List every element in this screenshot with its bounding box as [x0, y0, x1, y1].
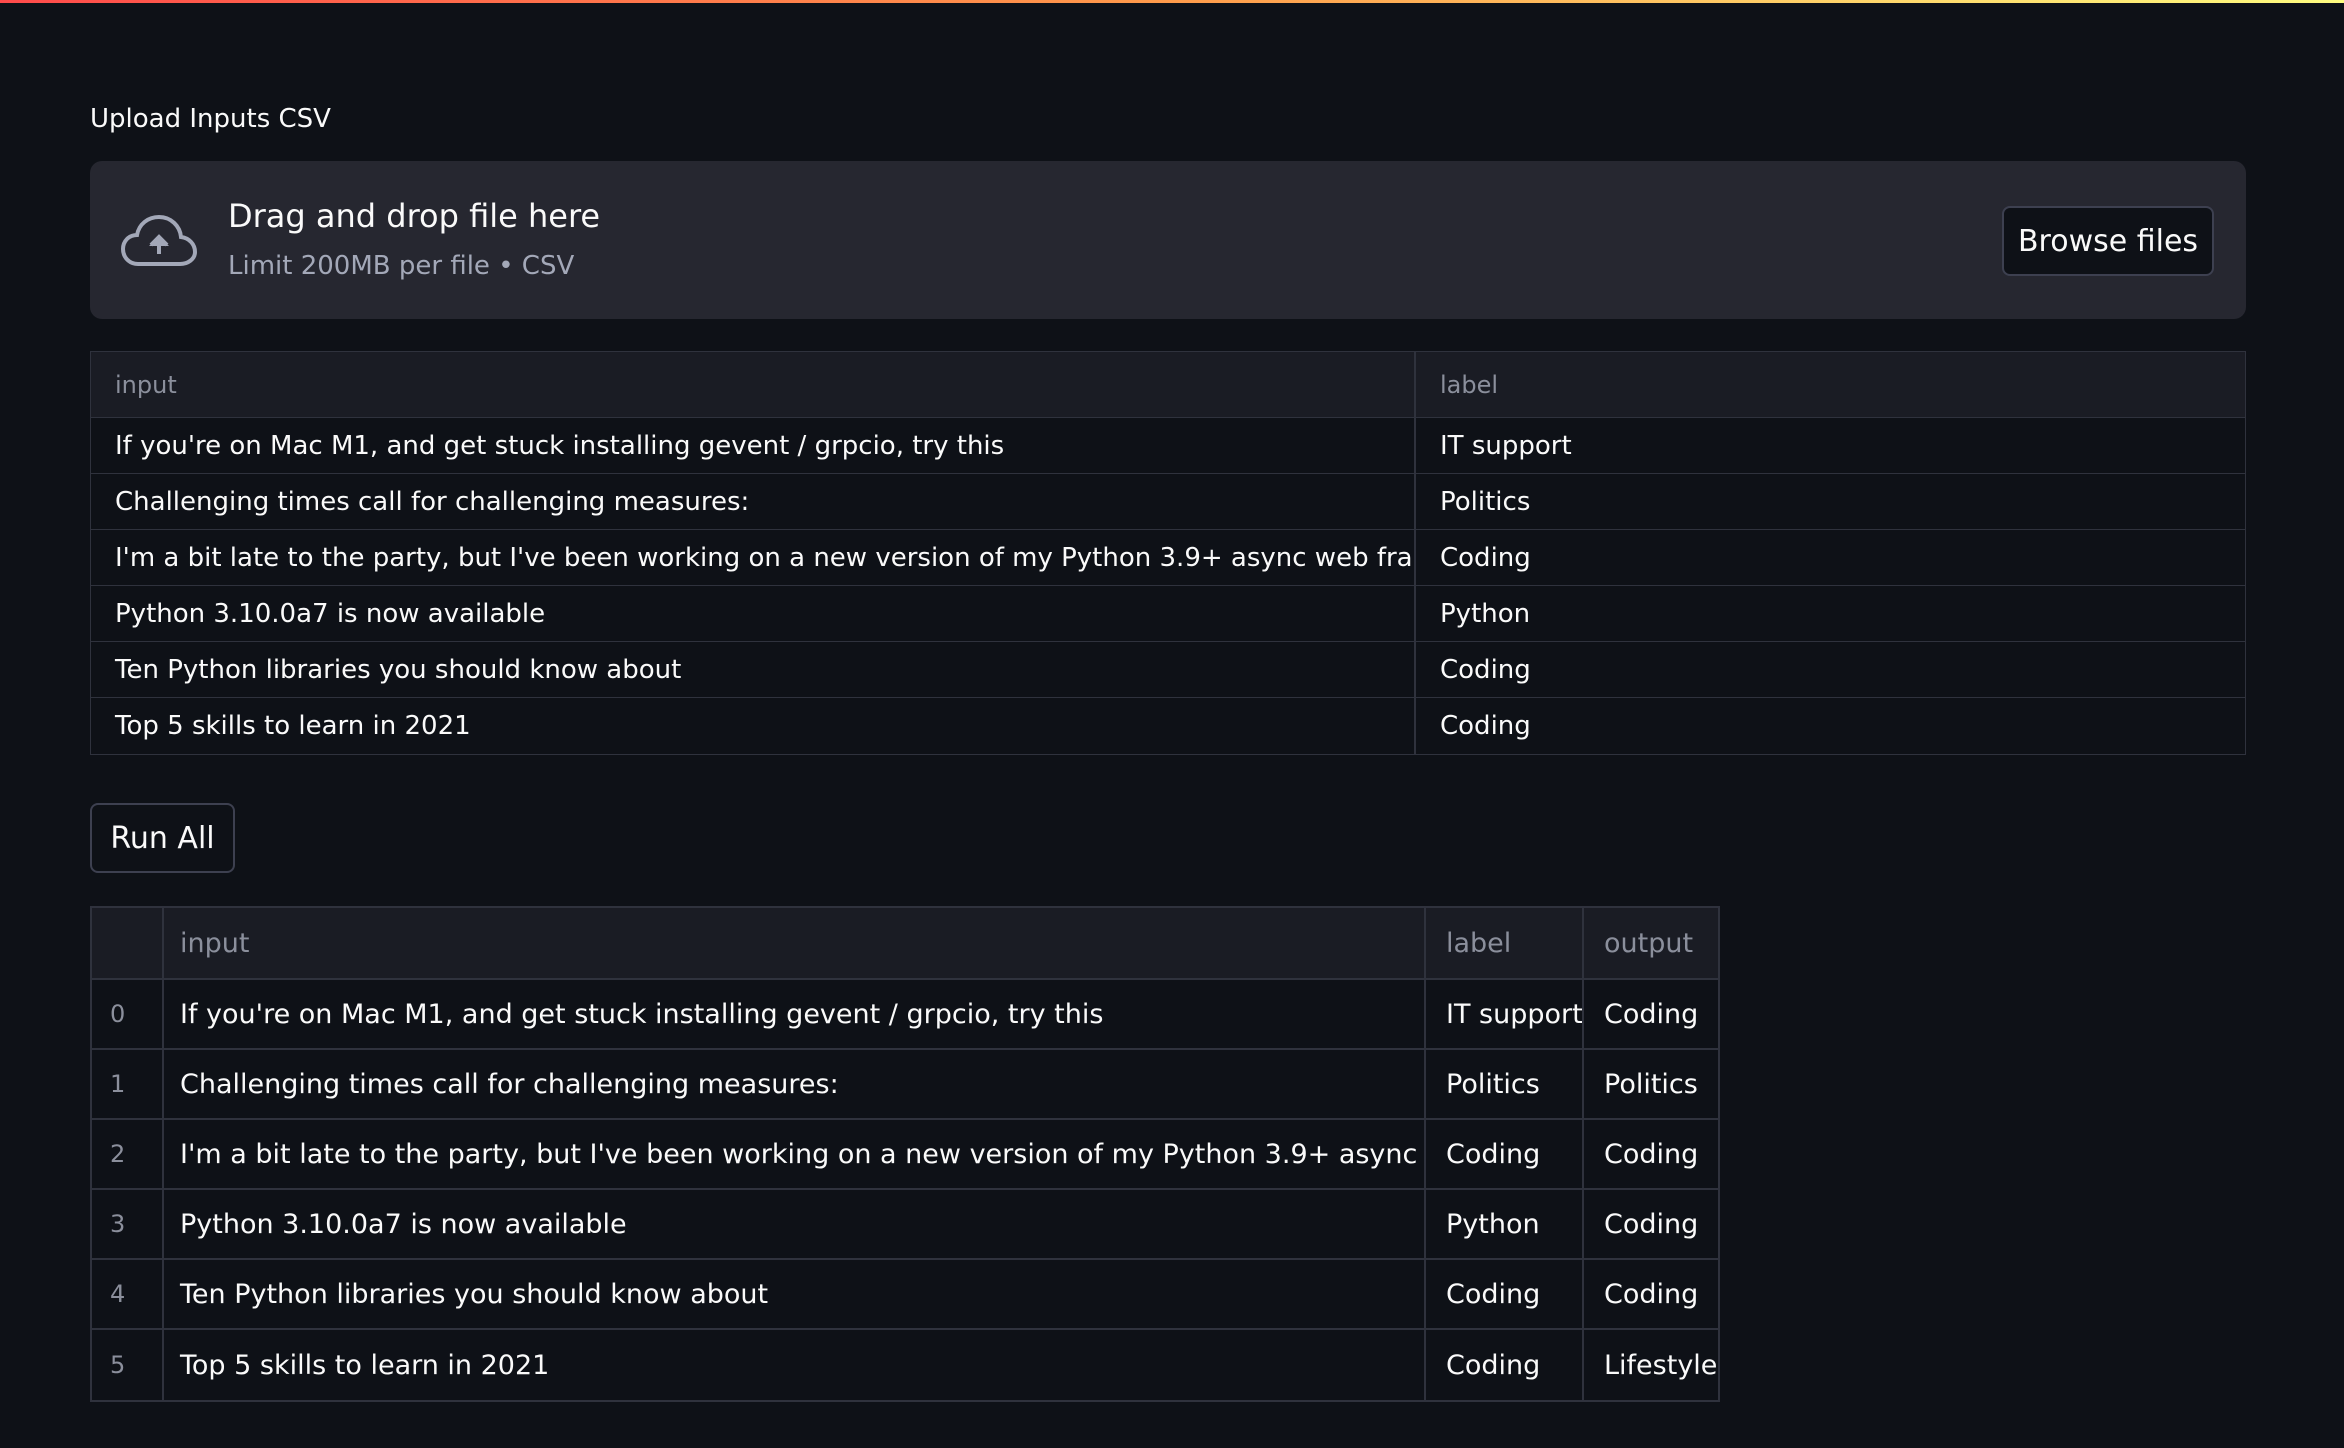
- column-header-input[interactable]: input: [91, 352, 1416, 417]
- input-cell[interactable]: Ten Python libraries you should know abo…: [91, 642, 1416, 697]
- column-header-output[interactable]: output: [1584, 908, 1718, 978]
- label-cell[interactable]: IT support: [1416, 418, 2245, 473]
- input-cell[interactable]: If you're on Mac M1, and get stuck insta…: [91, 418, 1416, 473]
- input-cell[interactable]: Challenging times call for challenging m…: [91, 474, 1416, 529]
- output-cell[interactable]: Coding: [1584, 1190, 1718, 1258]
- table-row: 1 Challenging times call for challenging…: [92, 1050, 1718, 1120]
- label-cell[interactable]: IT support: [1426, 980, 1584, 1048]
- results-table: input label output 0 If you're on Mac M1…: [90, 906, 1720, 1402]
- table-row: 2 I'm a bit late to the party, but I've …: [92, 1120, 1718, 1190]
- table-row: Python 3.10.0a7 is now available Python: [91, 586, 2245, 642]
- column-header-label[interactable]: label: [1416, 352, 2245, 417]
- input-cell[interactable]: Python 3.10.0a7 is now available: [91, 586, 1416, 641]
- input-cell[interactable]: Ten Python libraries you should know abo…: [164, 1260, 1426, 1328]
- column-header-label[interactable]: label: [1426, 908, 1584, 978]
- table-row: Top 5 skills to learn in 2021 Coding: [91, 698, 2245, 754]
- output-cell[interactable]: Lifestyle: [1584, 1330, 1718, 1400]
- row-index: 1: [92, 1050, 164, 1118]
- browse-files-button[interactable]: Browse files: [2002, 206, 2214, 276]
- label-cell[interactable]: Politics: [1426, 1050, 1584, 1118]
- inputs-table: input label If you're on Mac M1, and get…: [90, 351, 2246, 755]
- label-cell[interactable]: Python: [1416, 586, 2245, 641]
- dropzone-limit-text: Limit 200MB per file • CSV: [228, 251, 575, 281]
- input-cell[interactable]: I'm a bit late to the party, but I've be…: [164, 1120, 1426, 1188]
- label-cell[interactable]: Coding: [1416, 698, 2245, 754]
- table-row: I'm a bit late to the party, but I've be…: [91, 530, 2245, 586]
- row-index: 2: [92, 1120, 164, 1188]
- file-dropzone[interactable]: Drag and drop file here Limit 200MB per …: [90, 161, 2246, 319]
- label-cell[interactable]: Coding: [1426, 1260, 1584, 1328]
- output-cell[interactable]: Politics: [1584, 1050, 1718, 1118]
- results-table-header: input label output: [92, 908, 1718, 980]
- input-cell[interactable]: Top 5 skills to learn in 2021: [91, 698, 1416, 754]
- table-row: 0 If you're on Mac M1, and get stuck ins…: [92, 980, 1718, 1050]
- table-row: 5 Top 5 skills to learn in 2021 Coding L…: [92, 1330, 1718, 1400]
- output-cell[interactable]: Coding: [1584, 1120, 1718, 1188]
- label-cell[interactable]: Politics: [1416, 474, 2245, 529]
- table-row: If you're on Mac M1, and get stuck insta…: [91, 418, 2245, 474]
- label-cell[interactable]: Coding: [1416, 530, 2245, 585]
- output-cell[interactable]: Coding: [1584, 1260, 1718, 1328]
- row-index: 3: [92, 1190, 164, 1258]
- inputs-table-header: input label: [91, 352, 2245, 418]
- cloud-upload-icon: [120, 214, 198, 266]
- column-header-input[interactable]: input: [164, 908, 1426, 978]
- label-cell[interactable]: Coding: [1426, 1120, 1584, 1188]
- uploader-label: Upload Inputs CSV: [90, 104, 331, 134]
- table-row: Ten Python libraries you should know abo…: [91, 642, 2245, 698]
- table-row: Challenging times call for challenging m…: [91, 474, 2245, 530]
- input-cell[interactable]: Python 3.10.0a7 is now available: [164, 1190, 1426, 1258]
- label-cell[interactable]: Coding: [1426, 1330, 1584, 1400]
- output-cell[interactable]: Coding: [1584, 980, 1718, 1048]
- table-row: 4 Ten Python libraries you should know a…: [92, 1260, 1718, 1330]
- run-all-button[interactable]: Run All: [90, 803, 235, 873]
- input-cell[interactable]: I'm a bit late to the party, but I've be…: [91, 530, 1416, 585]
- label-cell[interactable]: Coding: [1416, 642, 2245, 697]
- row-index: 0: [92, 980, 164, 1048]
- label-cell[interactable]: Python: [1426, 1190, 1584, 1258]
- row-index: 4: [92, 1260, 164, 1328]
- index-header: [92, 908, 164, 978]
- input-cell[interactable]: If you're on Mac M1, and get stuck insta…: [164, 980, 1426, 1048]
- row-index: 5: [92, 1330, 164, 1400]
- dropzone-title: Drag and drop file here: [228, 197, 601, 235]
- input-cell[interactable]: Challenging times call for challenging m…: [164, 1050, 1426, 1118]
- top-decoration-bar: [0, 0, 2344, 3]
- input-cell[interactable]: Top 5 skills to learn in 2021: [164, 1330, 1426, 1400]
- table-row: 3 Python 3.10.0a7 is now available Pytho…: [92, 1190, 1718, 1260]
